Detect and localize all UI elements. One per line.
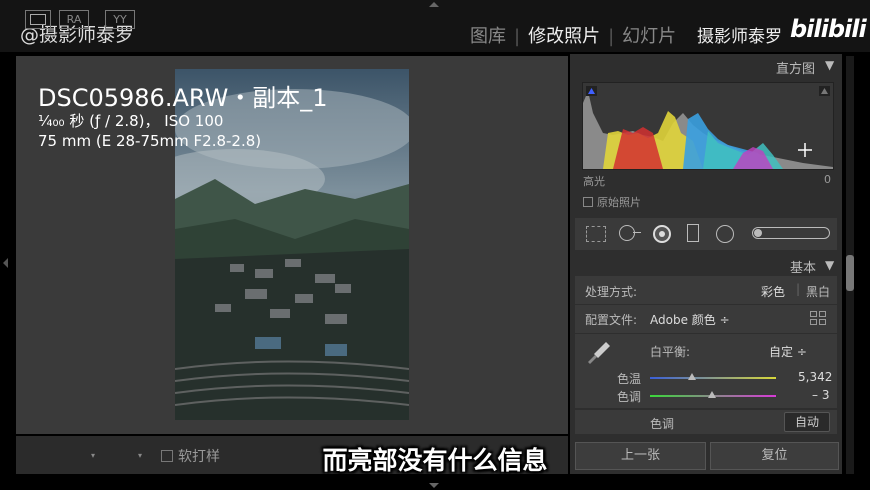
- tint-slider-knob[interactable]: [707, 391, 716, 398]
- white-balance-label: 白平衡:: [650, 345, 691, 359]
- histogram: [582, 82, 834, 170]
- photo-filename: DSC05986.ARW・副本_1: [38, 84, 328, 112]
- graduated-filter-icon[interactable]: [687, 224, 699, 242]
- top-panel-toggle-icon[interactable]: [429, 2, 439, 7]
- loupe-icon: [30, 14, 46, 25]
- white-balance-eyedropper-icon[interactable]: [586, 338, 612, 368]
- spot-removal-handle: [633, 232, 641, 233]
- reset-button[interactable]: 复位: [710, 442, 839, 470]
- collapse-triangle-icon[interactable]: ▼: [825, 258, 834, 272]
- treatment-separator: |: [796, 282, 801, 296]
- module-slideshow[interactable]: 幻灯片: [622, 26, 676, 47]
- crop-overlay-icon[interactable]: [586, 226, 606, 242]
- basic-title[interactable]: 基本: [790, 257, 816, 276]
- tone-label: 色调: [650, 417, 675, 431]
- histogram-title[interactable]: 直方图: [776, 58, 815, 77]
- profile-label: 配置文件:: [585, 313, 638, 327]
- bilibili-logo: bilibili: [790, 15, 867, 43]
- module-develop[interactable]: 修改照片: [528, 26, 600, 47]
- profile-select[interactable]: Adobe 颜色 ÷: [650, 311, 730, 328]
- white-balance-select[interactable]: 自定 ÷: [769, 343, 807, 360]
- treatment-color-button[interactable]: 彩色: [761, 283, 785, 300]
- temp-value[interactable]: 5,342: [798, 370, 832, 384]
- radial-filter-icon[interactable]: [716, 225, 734, 243]
- highlight-value: 0: [824, 173, 831, 186]
- left-panel-toggle-icon[interactable]: [3, 258, 8, 268]
- bottom-panel-toggle-icon[interactable]: [429, 483, 439, 488]
- overlay-name: 摄影师泰罗: [697, 27, 782, 47]
- original-photo-checkbox[interactable]: [583, 197, 593, 207]
- module-separator: |: [608, 26, 615, 47]
- module-separator: |: [514, 26, 521, 47]
- highlight-label: 高光: [583, 175, 605, 188]
- spot-removal-icon[interactable]: [619, 225, 635, 241]
- tint-label: 色调: [617, 390, 642, 404]
- treatment-label: 处理方式:: [585, 285, 638, 299]
- treatment-bw-button[interactable]: 黑白: [806, 283, 830, 300]
- brush-knob: [754, 229, 762, 237]
- loupe-view-button[interactable]: [25, 10, 51, 29]
- collapse-triangle-icon[interactable]: ▼: [825, 58, 834, 72]
- module-picker: 图库 | 修改照片 | 幻灯片: [470, 22, 682, 48]
- auto-tone-button[interactable]: 自动: [784, 412, 830, 432]
- scrollbar-thumb[interactable]: [846, 255, 854, 291]
- temp-slider-knob[interactable]: [687, 373, 696, 380]
- temp-label: 色温: [617, 372, 642, 386]
- module-library[interactable]: 图库: [470, 26, 506, 47]
- before-after-yy-button[interactable]: YY: [105, 10, 135, 29]
- red-eye-icon[interactable]: [653, 225, 671, 243]
- before-after-ra-button[interactable]: RA: [59, 10, 89, 29]
- temp-slider-track[interactable]: [650, 377, 776, 379]
- previous-button[interactable]: 上一张: [575, 442, 706, 470]
- photo-exposure: ¹⁄₄₀₀ 秒 (ƒ / 2.8)， ISO 100: [38, 112, 224, 130]
- original-photo-label: 原始照片: [597, 196, 641, 209]
- adjustment-brush-icon[interactable]: [752, 227, 830, 239]
- photo-lens: 75 mm (E 28-75mm F2.8-2.8): [38, 132, 262, 150]
- profile-browser-grid-icon[interactable]: [810, 310, 826, 325]
- tint-value[interactable]: – 3: [812, 388, 829, 402]
